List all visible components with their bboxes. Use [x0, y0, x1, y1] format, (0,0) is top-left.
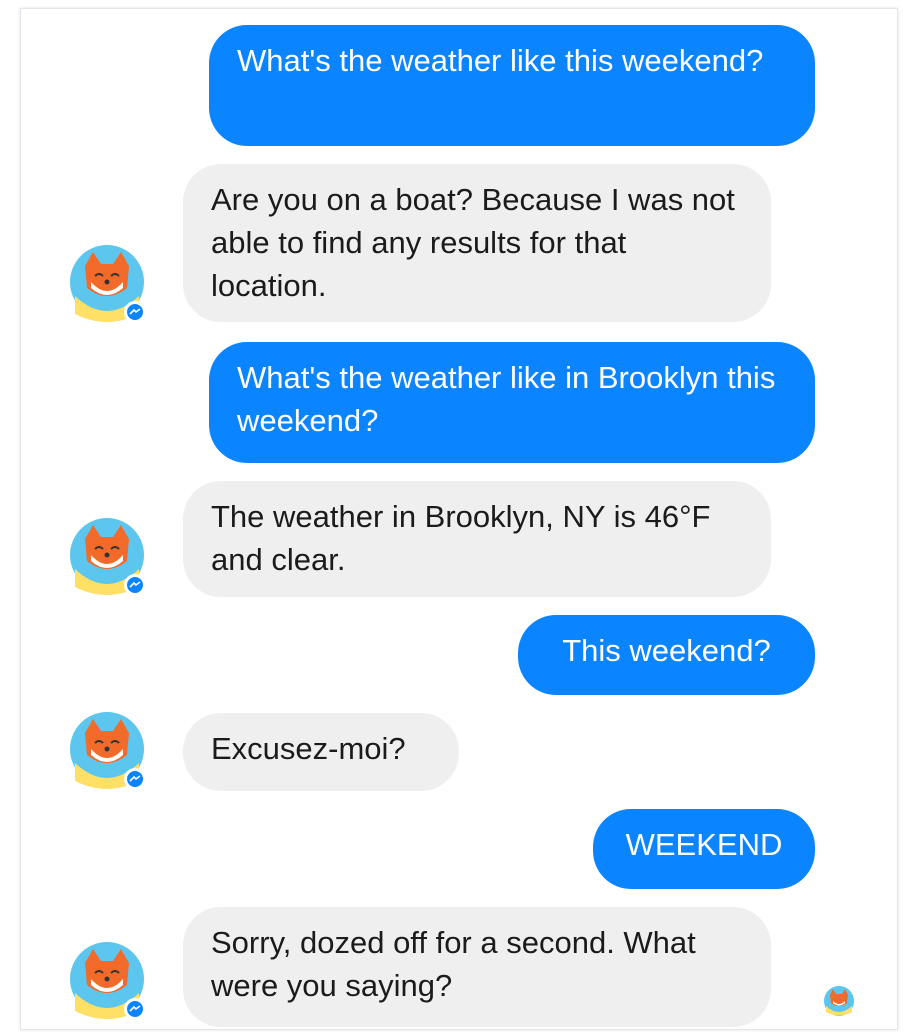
message-bubble-outgoing[interactable]: This weekend?	[518, 615, 815, 695]
message-bubble-outgoing[interactable]: What's the weather like in Brooklyn this…	[209, 342, 815, 463]
bot-avatar-icon[interactable]	[69, 711, 149, 791]
message-text: WEEKEND	[625, 827, 783, 862]
message-bubble-outgoing[interactable]: What's the weather like this weekend?	[209, 25, 815, 146]
message-text: This weekend?	[562, 633, 771, 668]
bot-avatar-icon[interactable]	[69, 517, 149, 597]
message-text: What's the weather like in Brooklyn this…	[237, 360, 776, 438]
read-receipt-icon	[823, 985, 855, 1017]
bot-avatar-icon[interactable]	[69, 244, 149, 324]
message-bubble-incoming[interactable]: Excusez-moi?	[183, 713, 459, 791]
bot-avatar-icon[interactable]	[69, 941, 149, 1021]
chat-window: What's the weather like this weekend? Ar…	[20, 8, 898, 1030]
message-text: Excusez-moi?	[211, 731, 406, 766]
message-text: What's the weather like this weekend?	[237, 43, 764, 78]
message-text: Are you on a boat? Because I was not abl…	[211, 182, 735, 303]
message-bubble-incoming[interactable]: Are you on a boat? Because I was not abl…	[183, 164, 771, 322]
message-bubble-incoming[interactable]: Sorry, dozed off for a second. What were…	[183, 907, 771, 1027]
message-bubble-incoming[interactable]: The weather in Brooklyn, NY is 46°F and …	[183, 481, 771, 597]
message-bubble-outgoing[interactable]: WEEKEND	[593, 809, 815, 889]
message-text: The weather in Brooklyn, NY is 46°F and …	[211, 499, 711, 577]
message-text: Sorry, dozed off for a second. What were…	[211, 925, 696, 1003]
